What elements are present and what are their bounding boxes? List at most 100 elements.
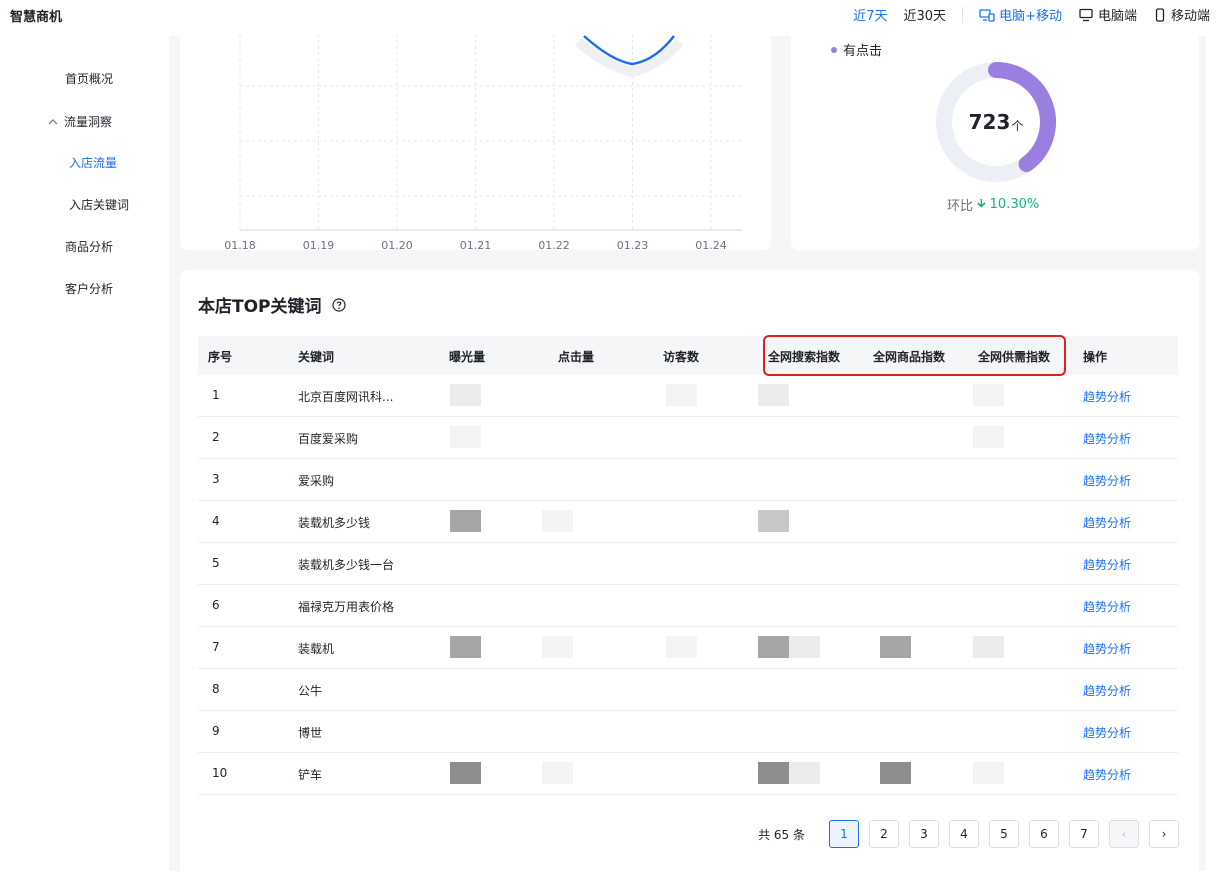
highlight-annotation xyxy=(763,335,1066,376)
ratio-label: 环比 xyxy=(947,199,974,214)
cell-index: 6 xyxy=(212,598,220,612)
x-tick-label: 01.20 xyxy=(381,239,413,250)
redacted-cell xyxy=(973,762,1004,784)
phone-icon xyxy=(1155,7,1165,22)
sidebar-item-customer-analysis[interactable]: 客户分析 xyxy=(65,280,113,297)
cell-keyword: 装载机多少钱 xyxy=(298,516,371,530)
app-shell: 首页概况 流量洞察 入店流量 入店关键词 商品分析 客户分析 01.18 01.1… xyxy=(10,26,1206,880)
redacted-cell xyxy=(542,636,573,658)
sidebar-item-product-analysis[interactable]: 商品分析 xyxy=(65,238,113,255)
sidebar-item-store-keywords[interactable]: 入店关键词 xyxy=(69,196,129,213)
redacted-cell xyxy=(450,762,481,784)
donut-legend: 有点击 xyxy=(831,40,882,59)
ratio-row: 环比 🡳 10.30% xyxy=(947,194,1039,215)
cell-index: 2 xyxy=(212,430,220,444)
cell-index: 9 xyxy=(212,724,220,738)
x-tick-label: 01.24 xyxy=(695,239,727,250)
device-all-label: 电脑+移动 xyxy=(999,9,1062,24)
help-icon[interactable] xyxy=(331,297,346,312)
sidebar-group-traffic[interactable]: 流量洞察 xyxy=(48,113,112,130)
donut-value: 723 xyxy=(968,110,1011,134)
page-3-button[interactable]: 3 xyxy=(909,820,939,848)
trend-analysis-link[interactable]: 趋势分析 xyxy=(1083,388,1131,405)
cell-keyword: 北京百度网讯科... xyxy=(298,390,394,404)
redacted-cell xyxy=(542,762,573,784)
sidebar-group-label: 流量洞察 xyxy=(64,115,113,129)
trend-analysis-link[interactable]: 趋势分析 xyxy=(1083,682,1131,699)
redacted-cell xyxy=(758,384,789,406)
legend-dot xyxy=(831,46,837,53)
trend-analysis-link[interactable]: 趋势分析 xyxy=(1083,430,1131,447)
trend-analysis-link[interactable]: 趋势分析 xyxy=(1083,598,1131,615)
redacted-cell xyxy=(450,384,481,406)
redacted-cell xyxy=(450,510,481,532)
header-keyword: 关键词 xyxy=(298,350,335,364)
x-tick-label: 01.18 xyxy=(224,239,256,250)
trend-analysis-link[interactable]: 趋势分析 xyxy=(1083,640,1131,657)
range-7-days[interactable]: 近7天 xyxy=(853,5,887,24)
sidebar: 首页概况 流量洞察 入店流量 入店关键词 商品分析 客户分析 xyxy=(10,36,169,871)
page-6-button[interactable]: 6 xyxy=(1029,820,1059,848)
page-2-button[interactable]: 2 xyxy=(869,820,899,848)
header-visitors: 访客数 xyxy=(663,350,700,364)
trend-analysis-link[interactable]: 趋势分析 xyxy=(1083,514,1131,531)
cell-keyword: 博世 xyxy=(298,726,323,740)
legend-label: 有点击 xyxy=(843,44,883,59)
header-clicks: 点击量 xyxy=(558,350,595,364)
redacted-cell xyxy=(880,762,911,784)
line-chart-card: 01.18 01.19 01.20 01.21 01.22 01.23 01.24 xyxy=(180,26,771,250)
redacted-cell xyxy=(789,762,820,784)
cell-keyword: 百度爱采购 xyxy=(298,432,359,446)
page-7-button[interactable]: 7 xyxy=(1069,820,1099,848)
cell-index: 5 xyxy=(212,556,220,570)
trend-analysis-link[interactable]: 趋势分析 xyxy=(1083,556,1131,573)
trend-analysis-link[interactable]: 趋势分析 xyxy=(1083,724,1131,741)
donut-center: 723 个 xyxy=(934,60,1058,184)
chevron-up-icon xyxy=(48,118,58,124)
device-mobile-tab[interactable]: 移动端 xyxy=(1153,5,1210,24)
header-index: 序号 xyxy=(208,350,233,364)
trend-analysis-link[interactable]: 趋势分析 xyxy=(1083,766,1131,783)
page-1-button[interactable]: 1 xyxy=(829,820,859,848)
table-row: 7 装载机 趋势分析 xyxy=(198,627,1178,669)
range-30-days[interactable]: 近30天 xyxy=(904,5,947,24)
cell-index: 8 xyxy=(212,682,220,696)
redacted-cell xyxy=(450,636,481,658)
redacted-cell xyxy=(973,384,1004,406)
redacted-cell xyxy=(758,636,789,658)
table-row: 5 装载机多少钱一台 趋势分析 xyxy=(198,543,1178,585)
cell-keyword: 福禄克万用表价格 xyxy=(298,600,395,614)
cell-index: 4 xyxy=(212,514,220,528)
donut-chart: 723 个 xyxy=(934,60,1058,184)
top-nav: 近7天 近30天 电脑+移动 电脑端 移动端 xyxy=(837,5,1210,24)
keywords-card: 本店TOP关键词 序号 关键词 曝光量 点击量 访客数 全网搜索指数 全网商品指… xyxy=(180,270,1199,880)
arrow-down-icon: 🡳 xyxy=(977,196,986,210)
header-exposure: 曝光量 xyxy=(449,350,486,364)
redacted-cell xyxy=(758,510,789,532)
table-title: 本店TOP关键词 xyxy=(198,292,346,317)
table-row: 2 百度爱采购 趋势分析 xyxy=(198,417,1178,459)
x-tick-label: 01.19 xyxy=(303,239,335,250)
device-all-tab[interactable]: 电脑+移动 xyxy=(979,5,1062,24)
monitor-icon xyxy=(1079,8,1093,21)
device-pc-label: 电脑端 xyxy=(1097,9,1137,24)
prev-page-button[interactable]: ‹ xyxy=(1109,820,1139,848)
sidebar-item-overview[interactable]: 首页概况 xyxy=(65,70,113,87)
device-pc-tab[interactable]: 电脑端 xyxy=(1078,5,1137,24)
cell-keyword: 铲车 xyxy=(298,768,323,782)
sidebar-item-store-traffic[interactable]: 入店流量 xyxy=(69,154,117,171)
pagination: 共 65 条 1 2 3 4 5 6 7 ‹ › xyxy=(758,820,1179,848)
redacted-cell xyxy=(973,426,1004,448)
redacted-cell xyxy=(789,636,820,658)
pc-mobile-icon xyxy=(979,8,995,22)
x-tick-label: 01.23 xyxy=(617,239,649,250)
page-4-button[interactable]: 4 xyxy=(949,820,979,848)
brand-title: 智慧商机 xyxy=(10,10,63,25)
next-page-button[interactable]: › xyxy=(1149,820,1179,848)
donut-unit: 个 xyxy=(1011,118,1024,133)
trend-analysis-link[interactable]: 趋势分析 xyxy=(1083,472,1131,489)
cell-keyword: 爱采购 xyxy=(298,474,335,488)
donut-card: 有点击 723 个 环比 🡳 10.30% xyxy=(791,26,1199,250)
table-row: 3 爱采购 趋势分析 xyxy=(198,459,1178,501)
page-5-button[interactable]: 5 xyxy=(989,820,1019,848)
